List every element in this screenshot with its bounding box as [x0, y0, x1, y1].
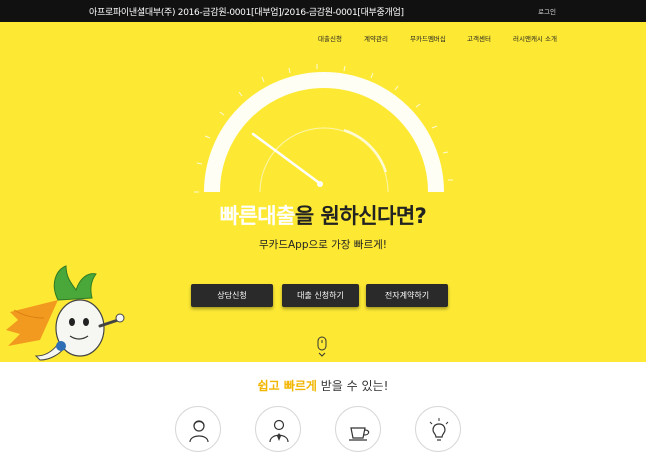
businessman-icon — [269, 419, 289, 442]
headline-rest: 을 원하신다면? — [294, 204, 427, 228]
top-bar: 아프로파이낸셜대부(주) 2016-금감원-0001[대부업]/2016-금감원… — [0, 0, 646, 22]
login-link[interactable]: 로그인 — [538, 6, 556, 16]
consultant-icon — [189, 420, 209, 442]
coffee-cup-icon — [349, 427, 370, 441]
benefits-accent: 쉽고 빠르게 — [257, 379, 317, 393]
benefit-circle-businessman — [255, 406, 301, 452]
speedometer-graphic — [194, 64, 453, 193]
lightbulb-icon — [429, 418, 449, 441]
benefits-heading: 쉽고 빠르게 받을 수 있는! — [0, 377, 646, 394]
consult-apply-button[interactable]: 상담신청 — [191, 284, 273, 307]
benefit-circle-coffee — [335, 406, 381, 452]
e-contract-button[interactable]: 전자계약하기 — [366, 284, 448, 307]
headline-accent: 빠른대출 — [219, 204, 296, 228]
hero-headline: 빠른대출을 원하신다면? — [0, 200, 646, 230]
scroll-down-icon[interactable] — [316, 336, 328, 358]
benefits-rest: 받을 수 있는! — [316, 379, 389, 393]
benefit-circle-idea — [415, 406, 461, 452]
hero-subline: 무카드App으로 가장 빠르게! — [259, 239, 387, 251]
hero-section: 대출신청 계약관리 무카드멤버십 고객센터 러시앤캐시 소개 빠른대출을 원하신… — [0, 22, 646, 362]
loan-apply-button[interactable]: 대출 신청하기 — [282, 284, 359, 307]
company-registration: 아프로파이낸셜대부(주) 2016-금감원-0001[대부업]/2016-금감원… — [89, 8, 404, 18]
benefit-circle-consultant — [175, 406, 221, 452]
radish-mascot-icon — [6, 265, 125, 361]
